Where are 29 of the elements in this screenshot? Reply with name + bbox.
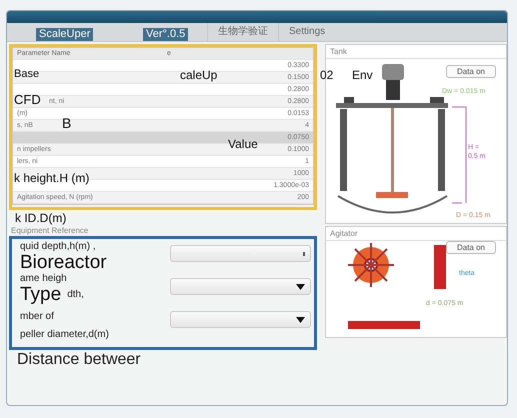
panel-title: Tank <box>326 45 506 59</box>
overlay-label: k ID.D(m) <box>14 210 68 225</box>
caret-icon <box>296 316 305 322</box>
overlay-label: CFD <box>14 93 41 106</box>
data-button[interactable]: Data on <box>446 65 496 78</box>
field-label: dth, <box>67 289 84 301</box>
caret-icon <box>296 284 305 290</box>
tab[interactable]: Settings <box>278 23 336 41</box>
data-button[interactable]: Data on <box>446 241 496 254</box>
field-label: mber of <box>20 311 55 323</box>
overlay-label: Type <box>20 285 62 305</box>
field-label: Distance betweer <box>17 354 142 366</box>
caret-icon <box>303 252 305 256</box>
field-label: ame heigh <box>20 273 68 285</box>
dropdown[interactable] <box>170 245 311 262</box>
overlay-label: ScaleUper <box>36 28 94 41</box>
overlay-label: caleUp <box>180 69 218 81</box>
overlay-label: Bioreactor <box>20 253 108 273</box>
section-title: Equipment Reference <box>10 225 90 236</box>
overlay-label: 02 <box>320 69 334 81</box>
overlay-label: Env <box>352 69 373 81</box>
overlay-label: Ver°.0.5 <box>143 28 188 41</box>
tab[interactable]: 生物学验证 <box>207 23 278 41</box>
overlay-label: k height.H (m) <box>14 172 90 184</box>
dropdown[interactable] <box>170 311 311 328</box>
field-label: peller diameter,d(m) <box>20 329 110 341</box>
dropdown[interactable] <box>170 278 311 295</box>
field-label: quid depth,h(m) , <box>20 241 97 253</box>
overlay-label: Base <box>14 69 40 80</box>
